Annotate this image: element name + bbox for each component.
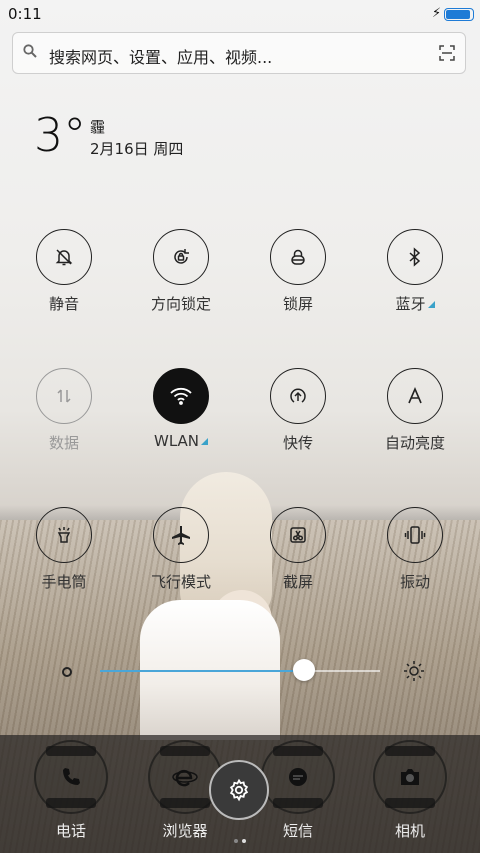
page-dot: [234, 839, 238, 843]
gear-icon: [229, 778, 249, 802]
toggle-lock-screen[interactable]: 锁屏: [248, 229, 348, 314]
search-input[interactable]: 搜索网页、设置、应用、视频...: [49, 44, 272, 68]
brightness-high-icon: [404, 661, 424, 681]
toggle-label: 手电筒: [41, 573, 87, 591]
rotation-lock-icon: [153, 229, 209, 285]
toggle-vibrate[interactable]: 振动: [365, 507, 465, 592]
vibrate-icon: [387, 507, 443, 563]
brightness-low-icon: [62, 667, 72, 677]
icon-tag: [273, 798, 323, 808]
lock-icon: [270, 229, 326, 285]
toggle-auto-brightness[interactable]: 自动亮度: [365, 368, 465, 453]
icon-tag: [46, 798, 96, 808]
dock-app-label: 相机: [394, 822, 425, 840]
dock-app-phone[interactable]: 电话: [21, 740, 121, 841]
toggle-rotation-lock[interactable]: 方向锁定: [131, 229, 231, 314]
toggle-label: 数据: [48, 434, 79, 452]
screenshot-icon: [270, 507, 326, 563]
message-icon: [261, 740, 335, 814]
toggle-label: 锁屏: [282, 295, 313, 313]
icon-tag: [385, 746, 435, 756]
toggle-label: 振动: [399, 573, 430, 591]
dock-app-label: 电话: [55, 822, 86, 840]
more-options-icon: [201, 438, 208, 445]
scan-icon[interactable]: [439, 45, 455, 61]
toggle-label: 蓝牙: [365, 293, 465, 314]
toggle-label: 自动亮度: [384, 434, 445, 452]
icon-tag: [46, 746, 96, 756]
page-dot-active: [242, 839, 246, 843]
charging-icon: ⚡: [432, 6, 442, 21]
toggle-label: 飞行模式: [150, 573, 211, 591]
icon-tag: [160, 798, 210, 808]
toggle-screenshot[interactable]: 截屏: [248, 507, 348, 592]
toggle-mobile-data[interactable]: 数据: [14, 368, 114, 453]
status-time: 0:11: [8, 5, 42, 23]
bluetooth-icon: [387, 229, 443, 285]
toggle-mute[interactable]: 静音: [14, 229, 114, 314]
dock-app-label: 短信: [282, 822, 313, 840]
icon-tag: [385, 798, 435, 808]
dock-app-label: 浏览器: [162, 822, 208, 840]
search-bar[interactable]: 搜索网页、设置、应用、视频...: [12, 32, 466, 74]
toggle-label: 截屏: [282, 573, 313, 591]
battery-fill: [446, 10, 470, 19]
toggle-wlan[interactable]: WLAN: [131, 368, 231, 450]
weather-temperature[interactable]: 3°: [34, 110, 86, 160]
brightness-slider-fill: [100, 670, 305, 672]
phone-icon: [34, 740, 108, 814]
quick-transfer-icon: [270, 368, 326, 424]
icon-tag: [160, 746, 210, 756]
toggle-flashlight[interactable]: 手电筒: [14, 507, 114, 592]
toggle-label: 方向锁定: [150, 295, 211, 313]
airplane-icon: [153, 507, 209, 563]
toggle-quick-transfer[interactable]: 快传: [248, 368, 348, 453]
toggle-label: 快传: [282, 434, 313, 452]
weather-condition: 霾: [90, 118, 106, 136]
page-indicator: [232, 828, 248, 847]
mute-bell-icon: [36, 229, 92, 285]
more-options-icon: [427, 301, 435, 308]
search-icon: [23, 44, 37, 58]
mobile-data-icon: [36, 368, 92, 424]
icon-tag: [273, 746, 323, 756]
status-bar: 0:11 ⚡: [0, 0, 480, 28]
toggle-label: WLAN: [131, 432, 231, 450]
auto-brightness-icon: [387, 368, 443, 424]
battery-icon: [444, 8, 474, 21]
camera-icon: [373, 740, 447, 814]
dock-app-camera[interactable]: 相机: [360, 740, 460, 841]
flashlight-icon: [36, 507, 92, 563]
toggle-label: 静音: [48, 295, 79, 313]
brightness-slider[interactable]: [100, 670, 380, 672]
toggle-airplane-mode[interactable]: 飞行模式: [131, 507, 231, 592]
settings-button[interactable]: [209, 760, 269, 820]
toggle-bluetooth[interactable]: 蓝牙: [365, 229, 465, 314]
wifi-icon: [153, 368, 209, 424]
weather-date: 2月16日 周四: [90, 140, 184, 158]
